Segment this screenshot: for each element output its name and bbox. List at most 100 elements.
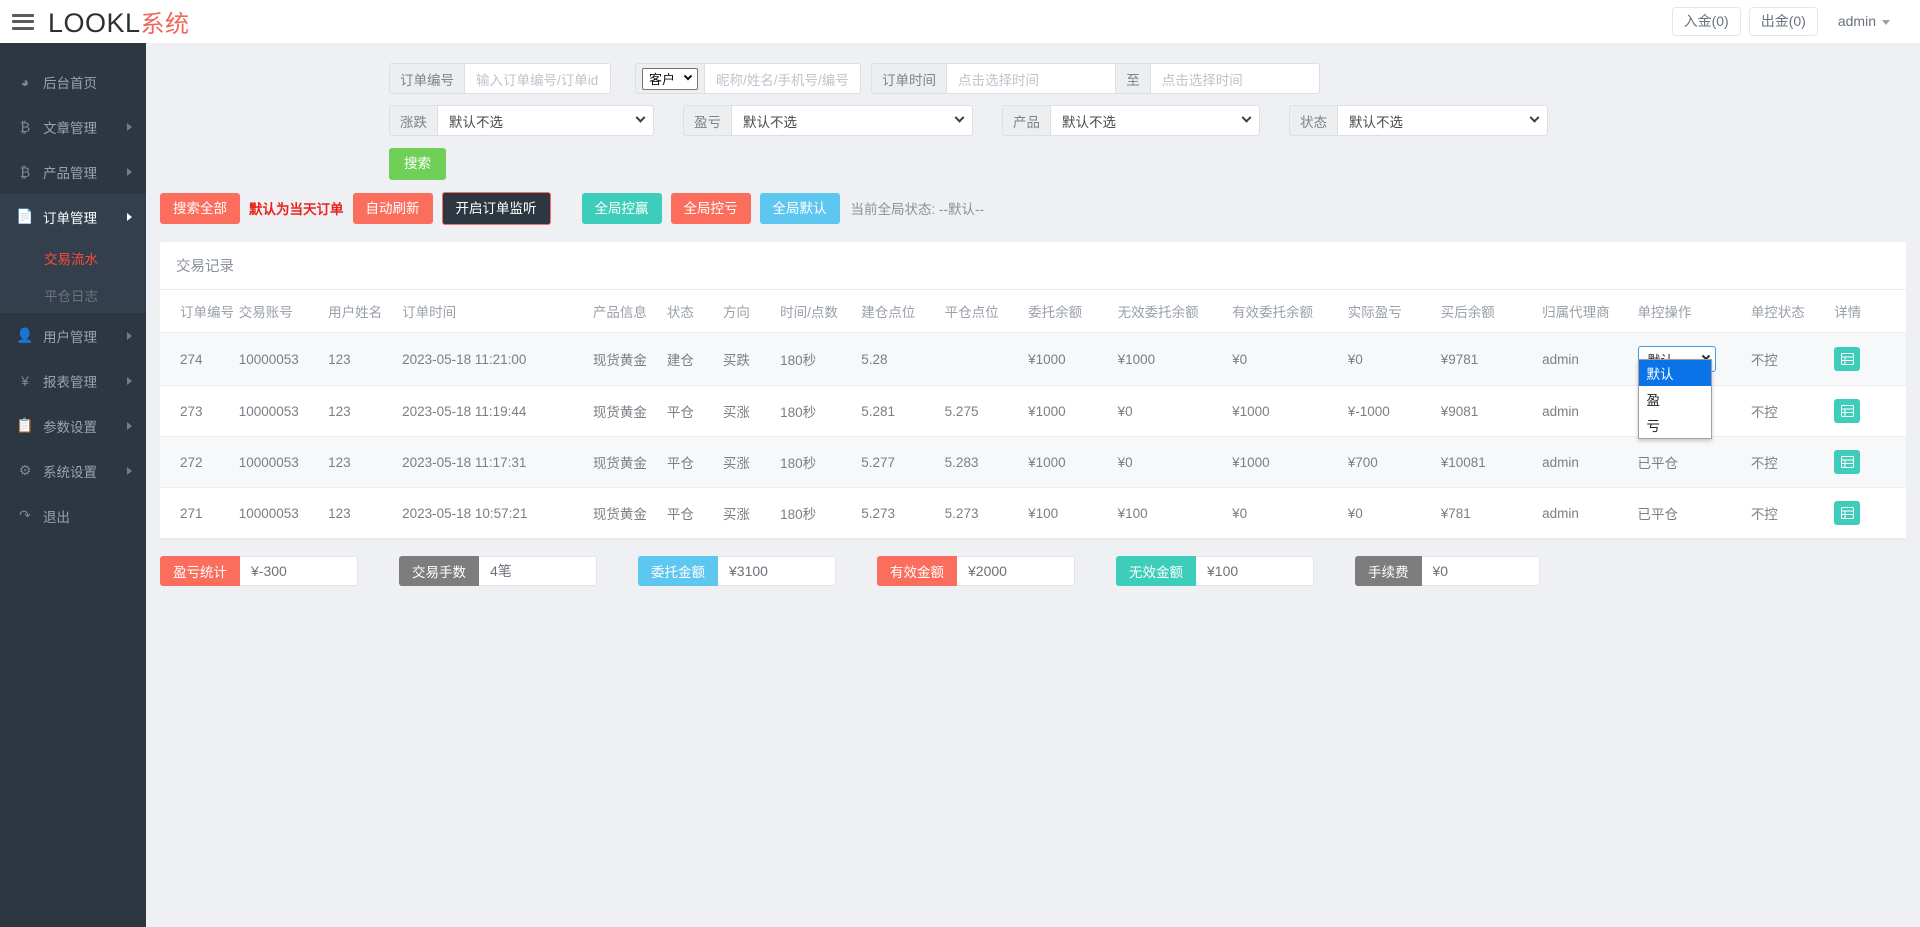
user-menu-button[interactable]: admin bbox=[1826, 7, 1902, 36]
cell-product: 现货黄金 bbox=[593, 437, 667, 488]
summary-stat-value: 4笔 bbox=[479, 556, 597, 586]
col-duration: 时间/点数 bbox=[780, 290, 861, 333]
order-no-input[interactable]: 输入订单编号/订单id bbox=[464, 63, 611, 94]
table-icon[interactable] bbox=[1834, 399, 1860, 423]
table-row: 272100000531232023-05-18 11:17:31现货黄金平仓买… bbox=[160, 437, 1906, 488]
cell-balance-after: ¥781 bbox=[1441, 488, 1542, 539]
cell-user-name: 123 bbox=[328, 437, 402, 488]
start-monitor-button[interactable]: 开启订单监听 bbox=[442, 192, 551, 226]
sidebar: ◕ 后台首页 ₿ 文章管理 ₿ 产品管理 📄 订单管理 交易流水 平仓日志 👤 … bbox=[0, 43, 146, 927]
cell-user-name: 123 bbox=[328, 386, 402, 437]
table-header-row: 订单编号 交易账号 用户姓名 订单时间 产品信息 状态 方向 时间/点数 建仓点… bbox=[160, 290, 1906, 333]
product-select[interactable]: 默认不选 bbox=[1050, 105, 1260, 136]
menu-toggle-icon[interactable] bbox=[12, 14, 34, 30]
profit-group: 盈亏 默认不选 bbox=[683, 105, 973, 136]
search-all-button[interactable]: 搜索全部 bbox=[160, 193, 240, 225]
withdraw-button[interactable]: 出金(0) bbox=[1749, 7, 1818, 36]
cell-detail[interactable] bbox=[1834, 333, 1906, 386]
sidebar-item-label: 后台首页 bbox=[43, 72, 97, 92]
cell-detail[interactable] bbox=[1834, 488, 1906, 539]
customer-search-input[interactable]: 昵称/姓名/手机号/编号 bbox=[704, 63, 861, 94]
sidebar-item-products[interactable]: ₿ 产品管理 bbox=[0, 149, 146, 194]
cell-entrust: ¥1000 bbox=[1028, 333, 1117, 386]
cell-duration: 180秒 bbox=[780, 437, 861, 488]
sidebar-item-label: 产品管理 bbox=[43, 162, 97, 182]
filter-panel: 订单编号 输入订单编号/订单id 客户 昵称/姓名/手机号/编号 订单时间 点击… bbox=[146, 43, 1920, 180]
search-button[interactable]: 搜索 bbox=[389, 148, 446, 180]
chevron-down-icon bbox=[1882, 20, 1890, 25]
sidebar-item-dashboard[interactable]: ◕ 后台首页 bbox=[0, 59, 146, 104]
cell-control-state: 不控 bbox=[1751, 333, 1834, 386]
global-loss-button[interactable]: 全局控亏 bbox=[671, 193, 751, 225]
gears-icon: ⚙ bbox=[16, 462, 34, 479]
single-control-dropdown[interactable]: 默认盈亏 bbox=[1638, 359, 1712, 439]
cell-duration: 180秒 bbox=[780, 333, 861, 386]
cell-close-point bbox=[945, 333, 1028, 386]
col-user-name: 用户姓名 bbox=[328, 290, 402, 333]
customer-type-select[interactable]: 客户 bbox=[642, 68, 698, 90]
sidebar-item-logout[interactable]: ↷ 退出 bbox=[0, 493, 146, 538]
sidebar-item-params[interactable]: 📋 参数设置 bbox=[0, 403, 146, 448]
col-real-pl: 实际盈亏 bbox=[1348, 290, 1441, 333]
cell-balance-after: ¥9781 bbox=[1441, 333, 1542, 386]
sidebar-subitem-trade-flow[interactable]: 交易流水 bbox=[0, 239, 146, 276]
col-account: 交易账号 bbox=[239, 290, 328, 333]
col-detail: 详情 bbox=[1834, 290, 1906, 333]
table-icon[interactable] bbox=[1834, 347, 1860, 371]
profit-select[interactable]: 默认不选 bbox=[731, 105, 973, 136]
summary-stat: 盈亏统计 ¥-300 bbox=[160, 556, 358, 586]
updown-select[interactable]: 默认不选 bbox=[437, 105, 654, 136]
sidebar-item-users[interactable]: 👤 用户管理 bbox=[0, 313, 146, 358]
dropdown-option[interactable]: 默认 bbox=[1639, 360, 1711, 386]
cell-open-point: 5.277 bbox=[861, 437, 944, 488]
cell-detail[interactable] bbox=[1834, 386, 1906, 437]
cell-detail[interactable] bbox=[1834, 437, 1906, 488]
cell-single-control[interactable]: 默认 默认盈亏 bbox=[1638, 333, 1751, 386]
cell-single-control[interactable]: 已平仓 bbox=[1638, 488, 1751, 539]
cell-duration: 180秒 bbox=[780, 386, 861, 437]
sidebar-subitem-close-log[interactable]: 平仓日志 bbox=[0, 276, 146, 313]
order-no-label: 订单编号 bbox=[389, 63, 464, 94]
sidebar-item-label: 订单管理 bbox=[43, 207, 97, 227]
auto-refresh-button[interactable]: 自动刷新 bbox=[353, 193, 433, 225]
logout-icon: ↷ bbox=[16, 507, 34, 524]
dropdown-option[interactable]: 盈 bbox=[1639, 386, 1711, 412]
cell-direction: 买涨 bbox=[723, 437, 780, 488]
table-icon[interactable] bbox=[1834, 450, 1860, 474]
cell-invalid-entrust: ¥100 bbox=[1118, 488, 1232, 539]
cell-control-state: 不控 bbox=[1751, 386, 1834, 437]
customer-group: 客户 昵称/姓名/手机号/编号 bbox=[635, 63, 847, 94]
cell-entrust: ¥100 bbox=[1028, 488, 1117, 539]
summary-stat-label: 交易手数 bbox=[399, 556, 479, 586]
table-icon[interactable] bbox=[1834, 501, 1860, 525]
global-win-button[interactable]: 全局控赢 bbox=[582, 193, 662, 225]
status-value: 默认不选 bbox=[1349, 111, 1403, 131]
status-label: 状态 bbox=[1289, 105, 1337, 136]
sidebar-item-orders[interactable]: 📄 订单管理 bbox=[0, 194, 146, 239]
chevron-down-icon bbox=[1242, 113, 1252, 123]
status-select[interactable]: 默认不选 bbox=[1337, 105, 1548, 136]
summary-stat-value: ¥100 bbox=[1196, 556, 1314, 586]
cell-order-time: 2023-05-18 11:21:00 bbox=[402, 333, 593, 386]
sidebar-item-articles[interactable]: ₿ 文章管理 bbox=[0, 104, 146, 149]
cell-real-pl: ¥700 bbox=[1348, 437, 1441, 488]
summary-stat: 有效金额 ¥2000 bbox=[877, 556, 1075, 586]
col-close-point: 平仓点位 bbox=[945, 290, 1028, 333]
summary-stat-label: 无效金额 bbox=[1116, 556, 1196, 586]
cell-single-control[interactable]: 已平仓 bbox=[1638, 437, 1751, 488]
user-icon: 👤 bbox=[16, 327, 34, 344]
chevron-right-icon bbox=[127, 467, 132, 475]
bitcoin-icon: ₿ bbox=[16, 119, 34, 135]
brand-name-main: LOOKL bbox=[48, 8, 141, 39]
filter-row-3: 搜索 bbox=[146, 148, 1920, 180]
global-default-button[interactable]: 全局默认 bbox=[760, 193, 840, 225]
cell-status: 平仓 bbox=[667, 437, 723, 488]
sidebar-item-reports[interactable]: ¥ 报表管理 bbox=[0, 358, 146, 403]
deposit-button[interactable]: 入金(0) bbox=[1672, 7, 1741, 36]
col-balance-after: 买后余额 bbox=[1441, 290, 1542, 333]
sidebar-item-label: 退出 bbox=[43, 506, 70, 526]
sidebar-item-system[interactable]: ⚙ 系统设置 bbox=[0, 448, 146, 493]
order-time-start-input[interactable]: 点击选择时间 bbox=[946, 63, 1115, 94]
dropdown-option[interactable]: 亏 bbox=[1639, 412, 1711, 438]
order-time-end-input[interactable]: 点击选择时间 bbox=[1150, 63, 1320, 94]
